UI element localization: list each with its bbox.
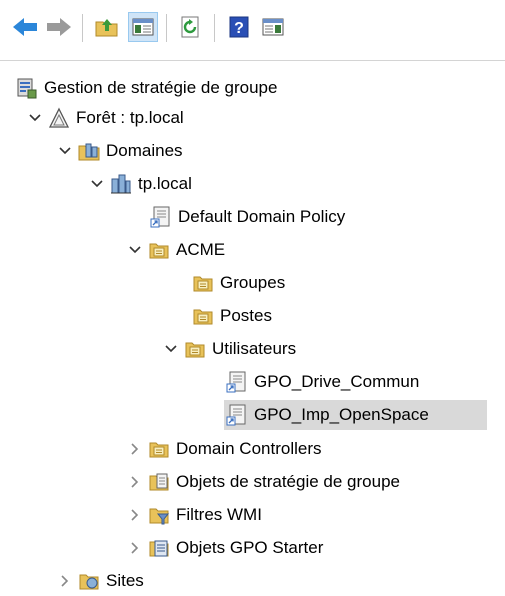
tree-node-label: GPO_Imp_OpenSpace [254, 405, 429, 424]
tree-node-label: Filtres WMI [176, 505, 262, 524]
gpo-link-icon [226, 371, 248, 393]
tree-node-label: Groupes [220, 273, 286, 292]
forward-arrow-icon [47, 18, 71, 36]
forest-icon [48, 107, 70, 129]
tree-node-wmi-filters[interactable]: Filtres WMI [126, 500, 266, 530]
tree-node-forest[interactable]: Forêt : tp.local [26, 103, 188, 133]
tree-node-utilisateurs[interactable]: Utilisateurs [162, 334, 300, 364]
tree-node-label: Objets GPO Starter [176, 538, 324, 557]
gpmc-icon [16, 77, 38, 99]
refresh-icon [181, 16, 199, 38]
chevron-down-icon[interactable] [126, 235, 144, 265]
chevron-right-icon[interactable] [126, 533, 144, 563]
gpo-container-icon [148, 471, 170, 493]
sites-icon [78, 570, 100, 592]
tree-node-domains[interactable]: Domaines [56, 136, 187, 166]
tree-node-label: Objets de stratégie de groupe [176, 472, 400, 491]
tree-node-root[interactable]: Gestion de stratégie de groupe [16, 73, 281, 103]
ou-folder-icon [192, 305, 214, 327]
refresh-button[interactable] [176, 12, 206, 42]
chevron-right-icon[interactable] [56, 566, 74, 596]
tree-node-domain[interactable]: tp.local [88, 169, 196, 199]
toolbar-separator [214, 14, 215, 42]
tree-node-domain-controllers[interactable]: Domain Controllers [126, 434, 326, 464]
toolbar-separator [82, 14, 83, 42]
tree-node-label: Utilisateurs [212, 339, 297, 358]
tree-node-label: Forêt : tp.local [76, 108, 184, 127]
show-hide-action-pane-icon [262, 18, 284, 36]
console-tree: Gestion de stratégie de groupe Forêt : t… [0, 60, 505, 590]
back-button[interactable] [10, 12, 40, 42]
tree-node-label: Postes [220, 306, 272, 325]
back-arrow-icon [13, 18, 37, 36]
toolbar-separator [166, 14, 167, 42]
show-hide-console-tree-button[interactable] [128, 12, 158, 42]
chevron-down-icon[interactable] [162, 334, 180, 364]
tree-node-groupes[interactable]: Groupes [192, 268, 289, 298]
starter-gpo-icon [148, 537, 170, 559]
toolbar: ? [0, 0, 505, 60]
show-hide-console-tree-icon [132, 18, 154, 36]
wmi-filter-icon [148, 504, 170, 526]
help-button[interactable]: ? [224, 12, 254, 42]
gpo-link-icon [226, 404, 248, 426]
chevron-down-icon[interactable] [88, 169, 106, 199]
tree-node-gpo-imp-openspace[interactable]: GPO_Imp_OpenSpace [224, 400, 487, 430]
ou-folder-icon [148, 239, 170, 261]
forward-button[interactable] [44, 12, 74, 42]
tree-node-starter-gpos[interactable]: Objets GPO Starter [126, 533, 327, 563]
tree-node-label: GPO_Drive_Commun [254, 372, 420, 391]
tree-node-acme[interactable]: ACME [126, 235, 229, 265]
tree-node-label: tp.local [138, 174, 192, 193]
tree-node-label: Gestion de stratégie de groupe [44, 78, 278, 97]
tree-node-label: Default Domain Policy [178, 207, 346, 226]
domains-icon [78, 140, 100, 162]
show-hide-action-pane-button[interactable] [258, 12, 288, 42]
chevron-down-icon[interactable] [56, 136, 74, 166]
up-folder-icon [95, 19, 118, 37]
tree-node-label: Domain Controllers [176, 439, 322, 458]
chevron-right-icon[interactable] [126, 467, 144, 497]
gpo-link-icon [150, 206, 172, 228]
tree-node-default-domain-policy[interactable]: Default Domain Policy [150, 202, 349, 232]
tree-node-sites[interactable]: Sites [56, 566, 148, 596]
ou-folder-icon [148, 438, 170, 460]
svg-text:?: ? [234, 20, 244, 37]
chevron-right-icon[interactable] [126, 500, 144, 530]
help-icon: ? [229, 16, 249, 38]
tree-node-gpo-drive-commun[interactable]: GPO_Drive_Commun [226, 367, 423, 397]
domain-icon [110, 173, 132, 195]
ou-folder-icon [184, 338, 206, 360]
tree-node-label: Domaines [106, 141, 183, 160]
up-one-level-button[interactable] [92, 12, 122, 42]
tree-node-label: ACME [176, 240, 226, 259]
tree-node-label: Sites [106, 571, 144, 590]
tree-node-postes[interactable]: Postes [192, 301, 276, 331]
chevron-right-icon[interactable] [126, 434, 144, 464]
ou-folder-icon [192, 272, 214, 294]
chevron-down-icon[interactable] [26, 103, 44, 133]
tree-node-gpo-objects[interactable]: Objets de stratégie de groupe [126, 467, 404, 497]
